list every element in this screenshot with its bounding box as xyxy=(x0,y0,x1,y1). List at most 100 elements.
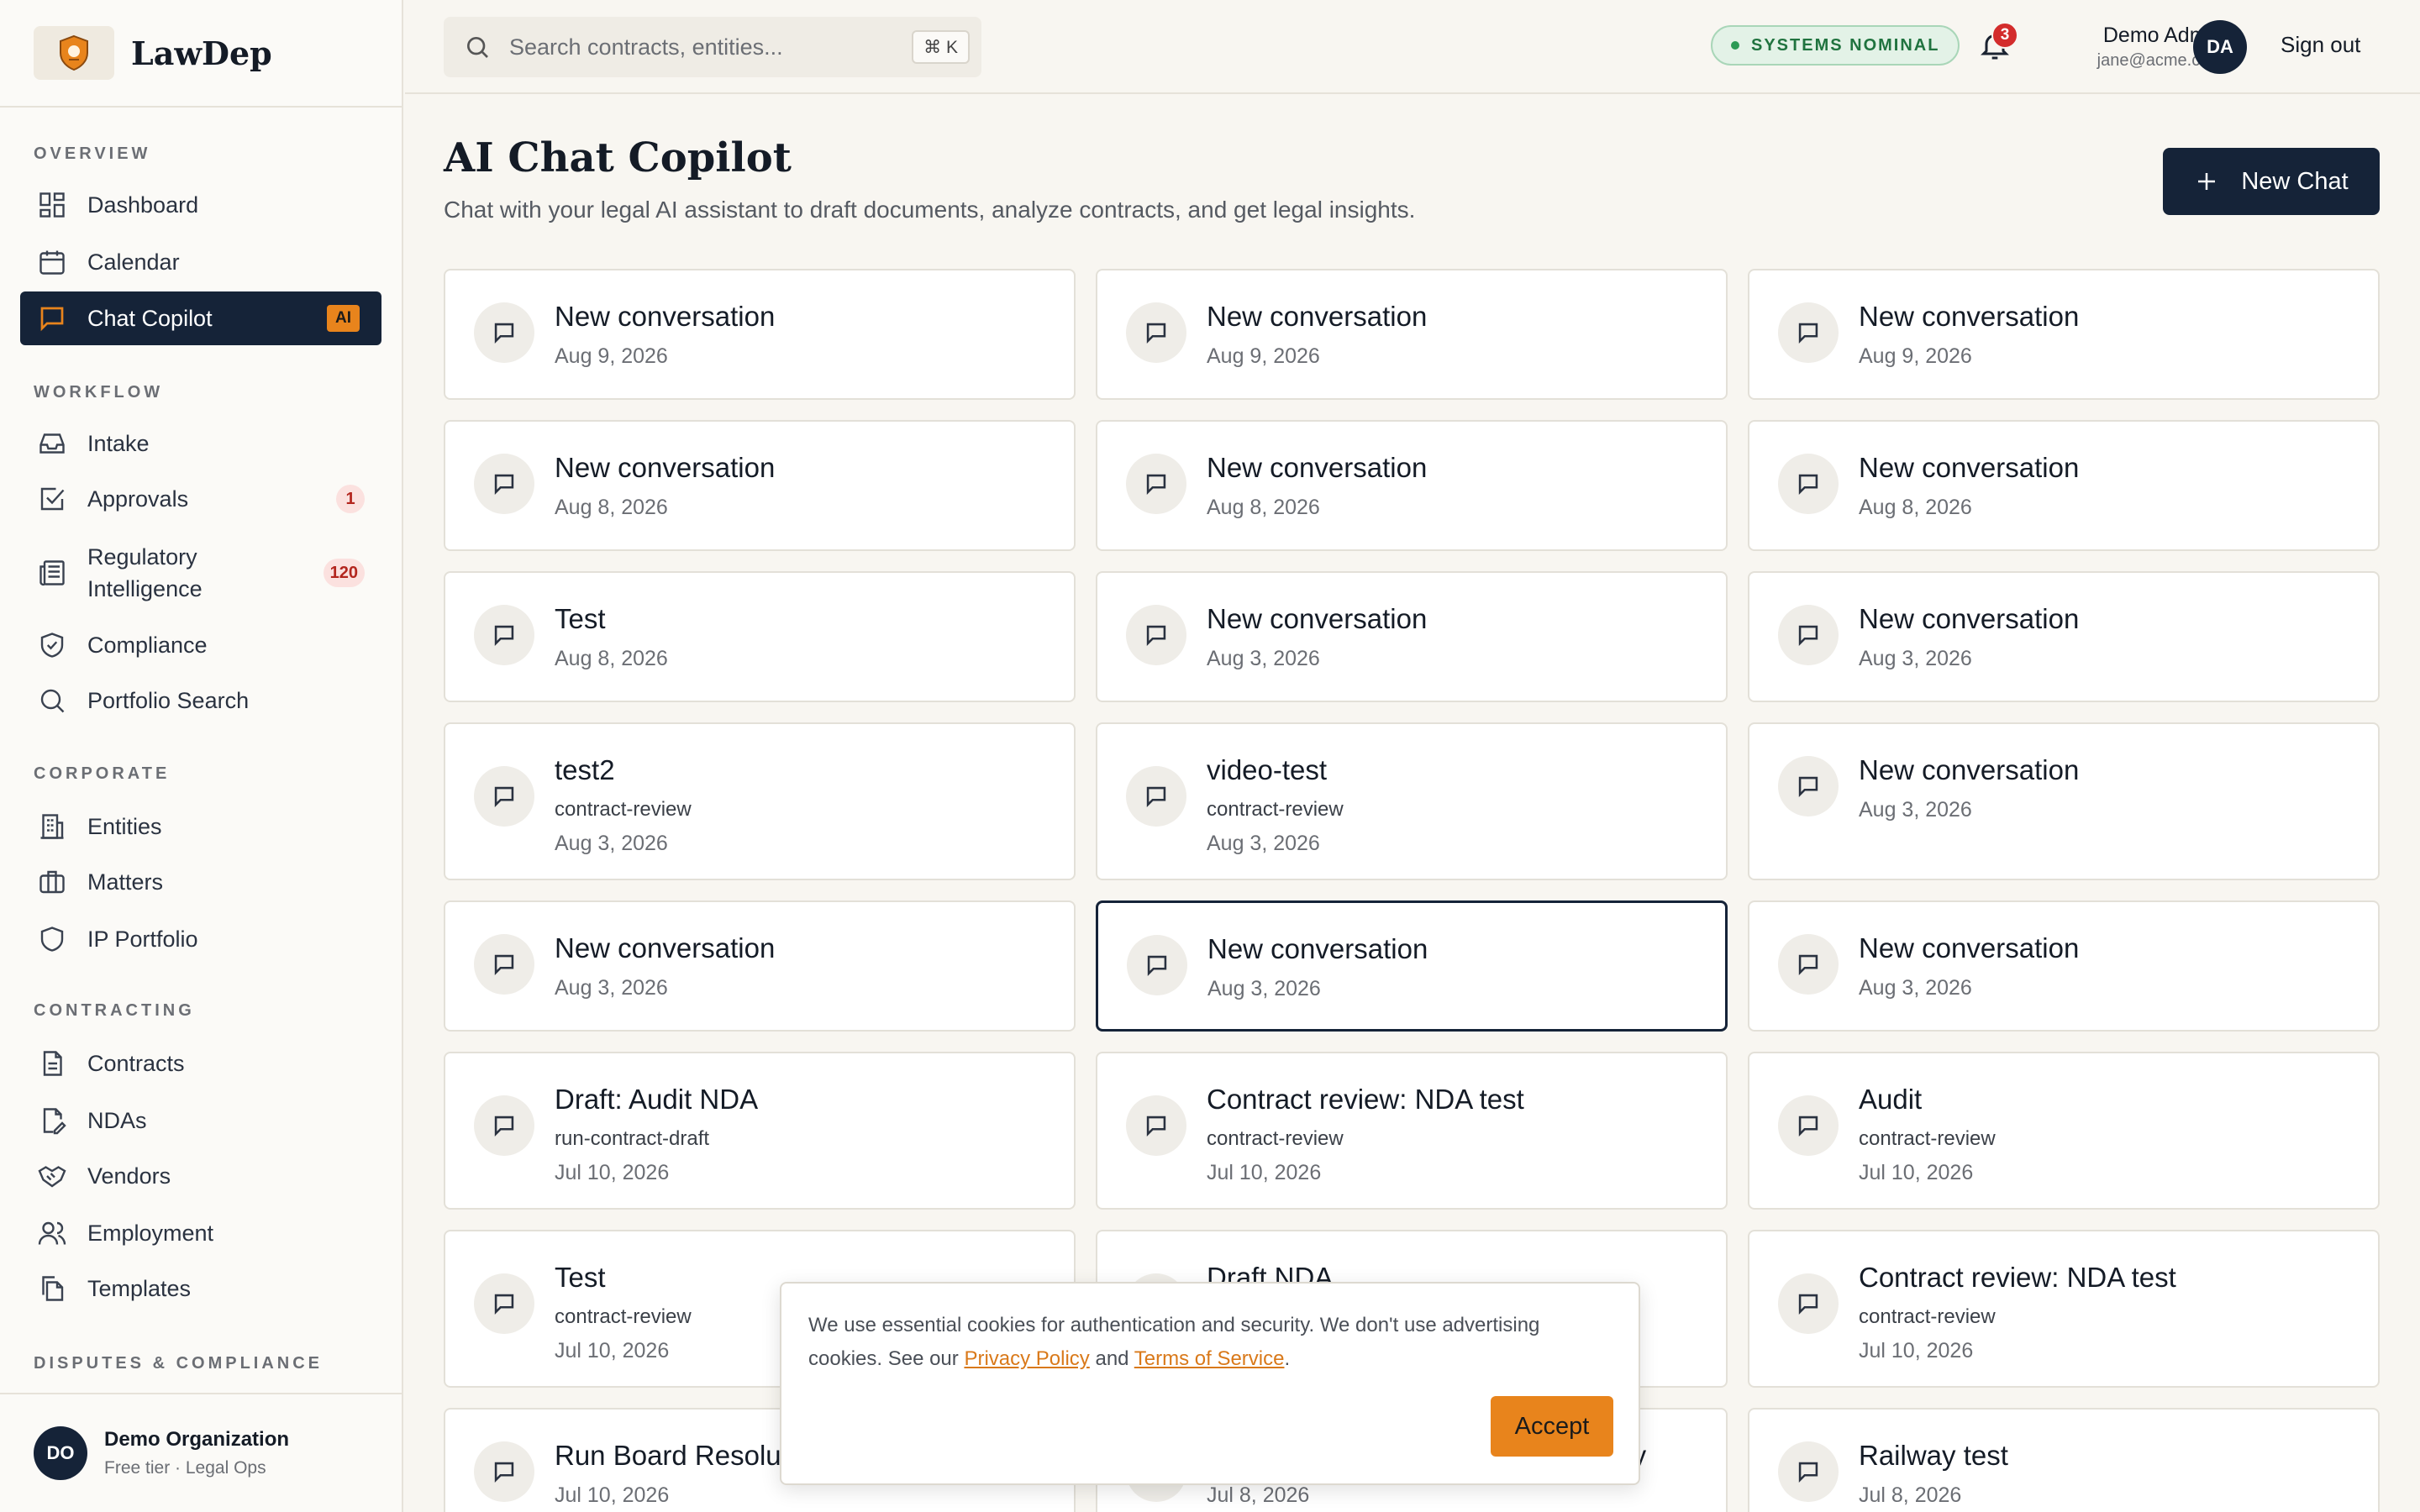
conversation-card[interactable]: New conversation Aug 9, 2026 xyxy=(444,269,1076,400)
sidebar-item-label: Matters xyxy=(87,869,164,895)
label-line-2: Intelligence xyxy=(87,576,203,601)
conversation-date: Aug 3, 2026 xyxy=(555,832,668,855)
conversation-card[interactable]: New conversation Aug 9, 2026 xyxy=(1748,269,2380,400)
conversation-title: New conversation xyxy=(1207,933,1428,964)
sidebar-item-matters[interactable]: Matters xyxy=(20,855,381,909)
conversation-card[interactable]: New conversation Aug 9, 2026 xyxy=(1096,269,1728,400)
sidebar-item-label: Contracts xyxy=(87,1050,185,1076)
chat-bubble-icon xyxy=(474,766,534,827)
sidebar-item-approvals[interactable]: Approvals 1 xyxy=(20,472,381,526)
regulatory-count-badge: 120 xyxy=(323,559,365,587)
conversation-card[interactable]: New conversation Aug 3, 2026 xyxy=(1748,900,2380,1032)
sidebar-item-vendors[interactable]: Vendors xyxy=(20,1149,381,1203)
chat-bubble-icon xyxy=(474,302,534,363)
conversation-title: Draft: Audit NDA xyxy=(555,1084,759,1115)
brand[interactable]: LawDep xyxy=(0,0,402,108)
files-icon xyxy=(37,1273,67,1304)
chat-bubble-icon xyxy=(1778,454,1839,514)
dashboard-icon xyxy=(37,190,67,220)
chat-bubble-icon xyxy=(1778,756,1839,816)
chat-bubble-icon xyxy=(474,1095,534,1156)
conversation-title: test2 xyxy=(555,754,615,785)
search-shortcut: ⌘ K xyxy=(912,30,970,64)
sidebar-item-portfolio-search[interactable]: Portfolio Search xyxy=(20,674,381,727)
new-chat-button[interactable]: New Chat xyxy=(2163,148,2380,215)
conversation-date: Aug 9, 2026 xyxy=(555,344,668,368)
sidebar-item-ip-portfolio[interactable]: IP Portfolio xyxy=(20,912,381,966)
conversation-title: New conversation xyxy=(1859,754,2080,785)
conversation-date: Aug 3, 2026 xyxy=(1207,977,1321,1000)
sidebar-item-templates[interactable]: Templates xyxy=(20,1262,381,1315)
chat-icon xyxy=(37,303,67,333)
approvals-count-badge: 1 xyxy=(336,485,365,513)
sidebar-item-entities[interactable]: Entities xyxy=(20,800,381,853)
sidebar-item-label: NDAs xyxy=(87,1107,147,1133)
privacy-policy-link[interactable]: Privacy Policy xyxy=(964,1347,1089,1370)
conversation-card[interactable]: New conversation Aug 3, 2026 xyxy=(444,900,1076,1032)
accept-cookies-button[interactable]: Accept xyxy=(1491,1396,1613,1457)
conversation-card[interactable]: Audit contract-review Jul 10, 2026 xyxy=(1748,1052,2380,1210)
conversation-title: New conversation xyxy=(555,301,776,332)
conversation-date: Jul 8, 2026 xyxy=(1859,1483,1962,1507)
sidebar-item-employment[interactable]: Employment xyxy=(20,1206,381,1260)
conversation-card[interactable]: test2 contract-review Aug 3, 2026 xyxy=(444,722,1076,880)
sidebar-item-label: Portfolio Search xyxy=(87,687,250,713)
terms-of-service-link[interactable]: Terms of Service xyxy=(1134,1347,1285,1370)
conversation-card[interactable]: New conversation Aug 3, 2026 xyxy=(1096,900,1728,1032)
chat-bubble-icon xyxy=(1778,1095,1839,1156)
sidebar-item-ndas[interactable]: NDAs xyxy=(20,1094,381,1147)
sidebar-item-compliance[interactable]: Compliance xyxy=(20,618,381,672)
sidebar-item-calendar[interactable]: Calendar xyxy=(20,235,381,289)
chat-bubble-icon xyxy=(1126,1095,1186,1156)
search-input[interactable]: Search contracts, entities... ⌘ K xyxy=(444,17,981,77)
conversation-card[interactable]: video-test contract-review Aug 3, 2026 xyxy=(1096,722,1728,880)
conversation-date: Aug 3, 2026 xyxy=(1859,798,1972,822)
sidebar-item-contracts[interactable]: Contracts xyxy=(20,1037,381,1090)
conversation-card[interactable]: Railway test Jul 8, 2026 xyxy=(1748,1408,2380,1512)
chat-bubble-icon xyxy=(1778,302,1839,363)
conversation-card[interactable]: New conversation Aug 3, 2026 xyxy=(1748,722,2380,880)
page-subtitle: Chat with your legal AI assistant to dra… xyxy=(444,197,1416,223)
sidebar-item-label: Vendors xyxy=(87,1163,171,1189)
avatar[interactable]: DA xyxy=(2193,20,2247,74)
conversation-card[interactable]: New conversation Aug 8, 2026 xyxy=(444,420,1076,551)
conversation-date: Aug 3, 2026 xyxy=(1859,976,1972,1000)
conversation-date: Jul 8, 2026 xyxy=(1207,1483,1310,1507)
conversation-title: New conversation xyxy=(1207,603,1428,634)
conversation-card[interactable]: New conversation Aug 3, 2026 xyxy=(1748,571,2380,702)
briefcase-icon xyxy=(37,867,67,897)
handshake-icon xyxy=(37,1161,67,1191)
sidebar-item-label: Templates xyxy=(87,1275,192,1301)
conversation-card[interactable]: New conversation Aug 3, 2026 xyxy=(1096,571,1728,702)
sidebar-item-label: Employment xyxy=(87,1220,214,1246)
conversation-card[interactable]: Contract review: NDA test contract-review… xyxy=(1096,1052,1728,1210)
conversation-card[interactable]: Draft: Audit NDA run-contract-draft Jul 10… xyxy=(444,1052,1076,1210)
conversation-card[interactable]: Contract review: NDA test contract-review… xyxy=(1748,1230,2380,1388)
org-switcher[interactable]: DO Demo Organization Free tier · Legal O… xyxy=(0,1393,402,1512)
conversation-date: Jul 10, 2026 xyxy=(555,1483,670,1507)
logo-icon xyxy=(34,26,114,80)
conversation-card[interactable]: New conversation Aug 8, 2026 xyxy=(1096,420,1728,551)
chat-bubble-icon xyxy=(1778,1273,1839,1334)
org-name: Demo Organization xyxy=(104,1428,290,1451)
sidebar-item-dashboard[interactable]: Dashboard xyxy=(20,178,381,232)
sign-out-button[interactable]: Sign out xyxy=(2281,32,2360,58)
section-disputes-compliance: DISPUTES & COMPLIANCE xyxy=(34,1354,324,1373)
chat-bubble-icon xyxy=(1126,605,1186,665)
page-title: AI Chat Copilot xyxy=(444,134,792,181)
file-pen-icon xyxy=(37,1105,67,1136)
conversation-title: Audit xyxy=(1859,1084,1923,1115)
conversation-card[interactable]: New conversation Aug 8, 2026 xyxy=(1748,420,2380,551)
conversation-date: Aug 9, 2026 xyxy=(1207,344,1320,368)
sidebar-item-regulatory-intelligence[interactable]: Regulatory Intelligence 120 xyxy=(20,534,381,612)
conversation-date: Aug 8, 2026 xyxy=(1859,496,1972,519)
chat-bubble-icon xyxy=(474,1441,534,1502)
conversation-title: New conversation xyxy=(1859,932,2080,963)
conversation-date: Aug 8, 2026 xyxy=(555,647,668,670)
conversation-card[interactable]: Test Aug 8, 2026 xyxy=(444,571,1076,702)
sidebar-item-chat-copilot[interactable]: Chat Copilot AI xyxy=(20,291,381,345)
sidebar-item-intake[interactable]: Intake xyxy=(20,417,381,470)
brand-name: LawDep xyxy=(131,34,272,72)
chat-bubble-icon xyxy=(1778,605,1839,665)
sidebar-item-label: Chat Copilot xyxy=(87,305,213,331)
